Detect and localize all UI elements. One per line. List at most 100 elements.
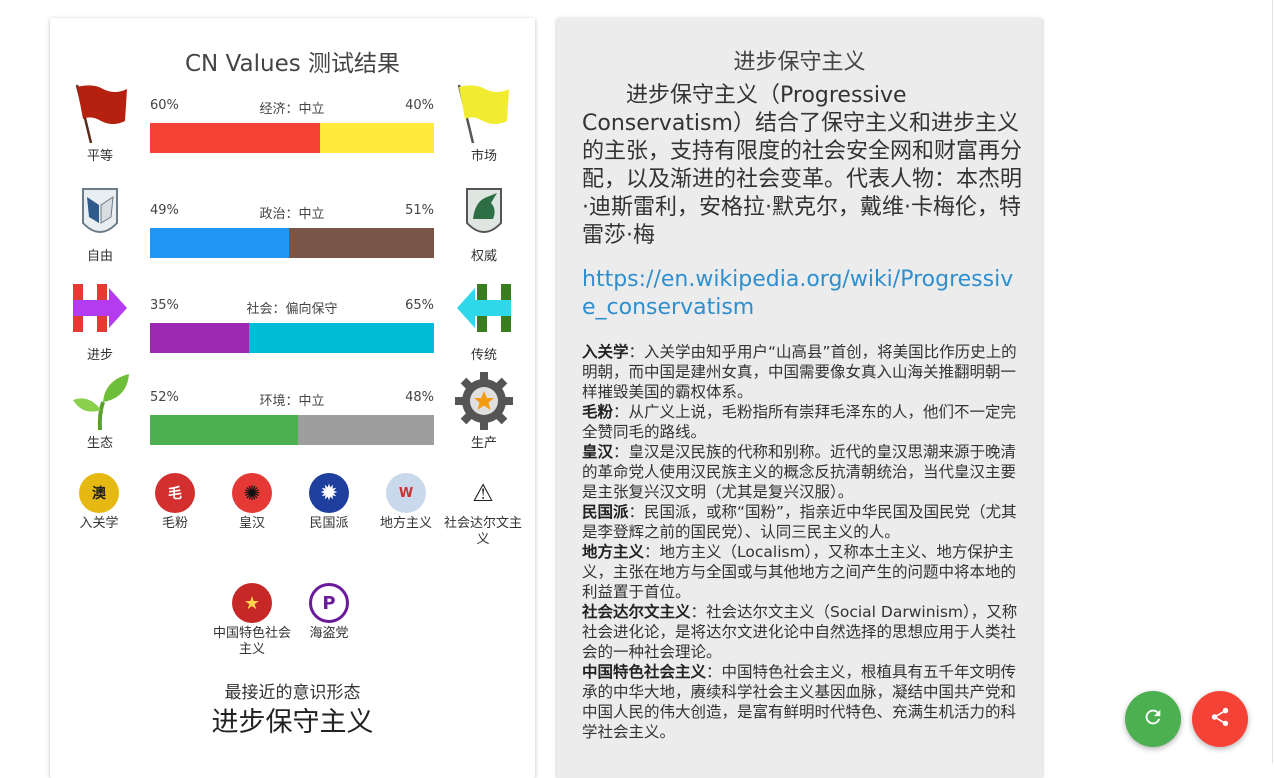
axis-left-label: 进步 bbox=[86, 348, 113, 363]
bar-right-segment bbox=[320, 123, 434, 153]
bar-left-segment bbox=[150, 323, 250, 353]
axis-result-label: 经济：中立 bbox=[259, 102, 325, 117]
ideology-localism: W 地方主义 bbox=[367, 473, 445, 532]
ideology-notes: 入关学：入关学由知乎用户“山高县”首创，将美国比作历史上的明朝，而中国是建州女真… bbox=[582, 342, 1019, 742]
axis-political: 自由 49% 政治：中立 51% 权威 bbox=[50, 183, 535, 273]
note-text: ：民国派，或称“国粉”，指亲近中华民国及国民党（尤其是李登辉之前的国民党）、认同… bbox=[582, 503, 1017, 541]
axis-right-label: 权威 bbox=[470, 249, 497, 264]
share-icon bbox=[1209, 706, 1231, 732]
note-item: 入关学：入关学由知乎用户“山高县”首创，将美国比作历史上的明朝，而中国是建州女真… bbox=[582, 342, 1019, 402]
refresh-button[interactable] bbox=[1125, 691, 1181, 747]
party-emblem-icon: ★ bbox=[232, 583, 272, 623]
note-text: ：地方主义（Localism），又称本土主义、地方保护主义，主张在地方与全国或与… bbox=[582, 543, 1017, 601]
unicorn-shield-icon bbox=[453, 183, 515, 245]
note-term: 民国派 bbox=[582, 503, 629, 521]
axis-left-side: 自由 bbox=[65, 183, 135, 264]
mao-portrait-icon: 毛 bbox=[155, 473, 195, 513]
note-text: ：从广义上说，毛粉指所有崇拜毛泽东的人，他们不一定完全赞同毛的路线。 bbox=[582, 403, 1017, 441]
refresh-icon bbox=[1142, 706, 1164, 732]
ideology-label: 民国派 bbox=[309, 516, 349, 531]
note-item: 民国派：民国派，或称“国粉”，指亲近中华民国及国民党（尤其是李登辉之前的国民党）… bbox=[582, 502, 1019, 542]
axis-bar: 35% 社会：偏向保守 65% bbox=[150, 298, 434, 353]
axis-right-label: 传统 bbox=[470, 348, 497, 363]
note-text: ：入关学由知乎用户“山高县”首创，将美国比作历史上的明朝，而中国是建州女真，中国… bbox=[582, 343, 1017, 401]
axis-right-percent: 40% bbox=[405, 98, 434, 113]
axis-right-side: 市场 bbox=[449, 83, 519, 164]
note-term: 毛粉 bbox=[582, 403, 614, 421]
note-item: 毛粉：从广义上说，毛粉指所有崇拜毛泽东的人，他们不一定完全赞同毛的路线。 bbox=[582, 402, 1019, 442]
closest-ideology-value: 进步保守主义 bbox=[211, 707, 374, 738]
axis-right-side: 生产 bbox=[449, 370, 519, 451]
note-item: 社会达尔文主义：社会达尔文主义（Social Darwinism），又称社会进化… bbox=[582, 602, 1019, 662]
bar-left-segment bbox=[150, 123, 321, 153]
axis-right-percent: 51% bbox=[405, 203, 434, 218]
note-term: 社会达尔文主义 bbox=[582, 603, 691, 621]
bar-right-segment bbox=[249, 323, 434, 353]
wikipedia-link[interactable]: https://en.wikipedia.org/wiki/Progressiv… bbox=[582, 266, 1022, 322]
ideology-maofen: 毛 毛粉 bbox=[136, 473, 214, 532]
ideology-minguopai: ✹ 民国派 bbox=[290, 473, 368, 532]
localism-icon: W bbox=[386, 473, 426, 513]
axis-progress-bar bbox=[150, 415, 434, 445]
axis-right-percent: 48% bbox=[405, 390, 434, 405]
note-item: 皇汉：皇汉是汉民族的代称和别称。近代的皇汉思潮来源于晚清的革命党人使用汉民族主义… bbox=[582, 442, 1019, 502]
left-arrow-icon bbox=[453, 282, 515, 344]
ideology-pirate-party: P 海盗党 bbox=[290, 583, 368, 642]
yellow-flag-icon bbox=[453, 83, 515, 145]
sprout-icon bbox=[69, 370, 131, 432]
axis-result-label: 政治：中立 bbox=[259, 207, 325, 222]
axis-progress-bar bbox=[150, 228, 434, 258]
axis-right-label: 生产 bbox=[470, 436, 497, 451]
note-term: 地方主义 bbox=[582, 543, 645, 561]
gear-icon bbox=[453, 370, 515, 432]
ideology-description: 进步保守主义（Progressive Conservatism）结合了保守主义和… bbox=[582, 83, 1023, 248]
pirate-party-icon: P bbox=[309, 583, 349, 623]
results-card: CN Values 测试结果 平等 60% 经济：中立 40% 市场 自由 49… bbox=[50, 18, 535, 778]
axis-left-side: 进步 bbox=[65, 280, 135, 363]
axis-progress-bar bbox=[150, 323, 434, 353]
ideology-label: 入关学 bbox=[79, 516, 119, 531]
note-item: 地方主义：地方主义（Localism），又称本土主义、地方保护主义，主张在地方与… bbox=[582, 542, 1019, 602]
axis-bar: 52% 环境：中立 48% bbox=[150, 390, 434, 445]
sun-emblem-icon: ✺ bbox=[232, 473, 272, 513]
axis-right-side: 传统 bbox=[449, 280, 519, 363]
axis-result-label: 环境：中立 bbox=[259, 394, 325, 409]
axis-left-label: 平等 bbox=[86, 149, 113, 164]
wings-emblem-icon bbox=[69, 183, 131, 245]
ideology-label: 海盗党 bbox=[309, 626, 349, 641]
axis-social: 进步 35% 社会：偏向保守 65% 传统 bbox=[50, 280, 535, 370]
axis-left-side: 平等 bbox=[65, 83, 135, 164]
bar-left-segment bbox=[150, 228, 290, 258]
axis-environment: 生态 52% 环境：中立 48% 生产 bbox=[50, 370, 535, 460]
axis-progress-bar bbox=[150, 123, 434, 153]
ideology-label: 社会达尔文主义 bbox=[444, 516, 523, 547]
triangle-emblem-icon: ⚠ bbox=[463, 473, 503, 513]
ideology-label: 地方主义 bbox=[379, 516, 432, 531]
ideology-label: 中国特色社会主义 bbox=[213, 626, 292, 657]
axis-economic: 平等 60% 经济：中立 40% 市场 bbox=[50, 83, 535, 173]
note-text: ：皇汉是汉民族的代称和别称。近代的皇汉思潮来源于晚清的革命党人使用汉民族主义的概… bbox=[582, 443, 1017, 501]
rugguanxue-icon: 澳 bbox=[79, 473, 119, 513]
ideology-socialism-cn: ★ 中国特色社会主义 bbox=[213, 583, 291, 658]
axis-left-side: 生态 bbox=[65, 370, 135, 451]
blue-sky-white-sun-icon: ✹ bbox=[309, 473, 349, 513]
share-button[interactable] bbox=[1192, 691, 1248, 747]
ideology-rugguanxue: 澳 入关学 bbox=[60, 473, 138, 532]
window-edge-divider bbox=[1272, 0, 1273, 763]
right-arrow-icon bbox=[69, 282, 131, 344]
ideology-label: 毛粉 bbox=[161, 516, 188, 531]
ideology-title: 进步保守主义 bbox=[733, 50, 866, 75]
red-flag-icon bbox=[69, 83, 131, 145]
ideology-huanghan: ✺ 皇汉 bbox=[213, 473, 291, 532]
axis-right-label: 市场 bbox=[470, 149, 497, 164]
bar-right-segment bbox=[289, 228, 434, 258]
note-term: 中国特色社会主义 bbox=[582, 663, 707, 681]
bar-right-segment bbox=[297, 415, 434, 445]
note-term: 皇汉 bbox=[582, 443, 614, 461]
note-item: 中国特色社会主义：中国特色社会主义，根植具有五千年文明传承的中华大地，赓续科学社… bbox=[582, 662, 1019, 742]
ideology-social-darwinism: ⚠ 社会达尔文主义 bbox=[444, 473, 522, 548]
ideology-detail-card: 进步保守主义 进步保守主义（Progressive Conservatism）结… bbox=[557, 18, 1042, 778]
bar-left-segment bbox=[150, 415, 298, 445]
axis-bar: 49% 政治：中立 51% bbox=[150, 203, 434, 258]
axis-bar: 60% 经济：中立 40% bbox=[150, 98, 434, 153]
